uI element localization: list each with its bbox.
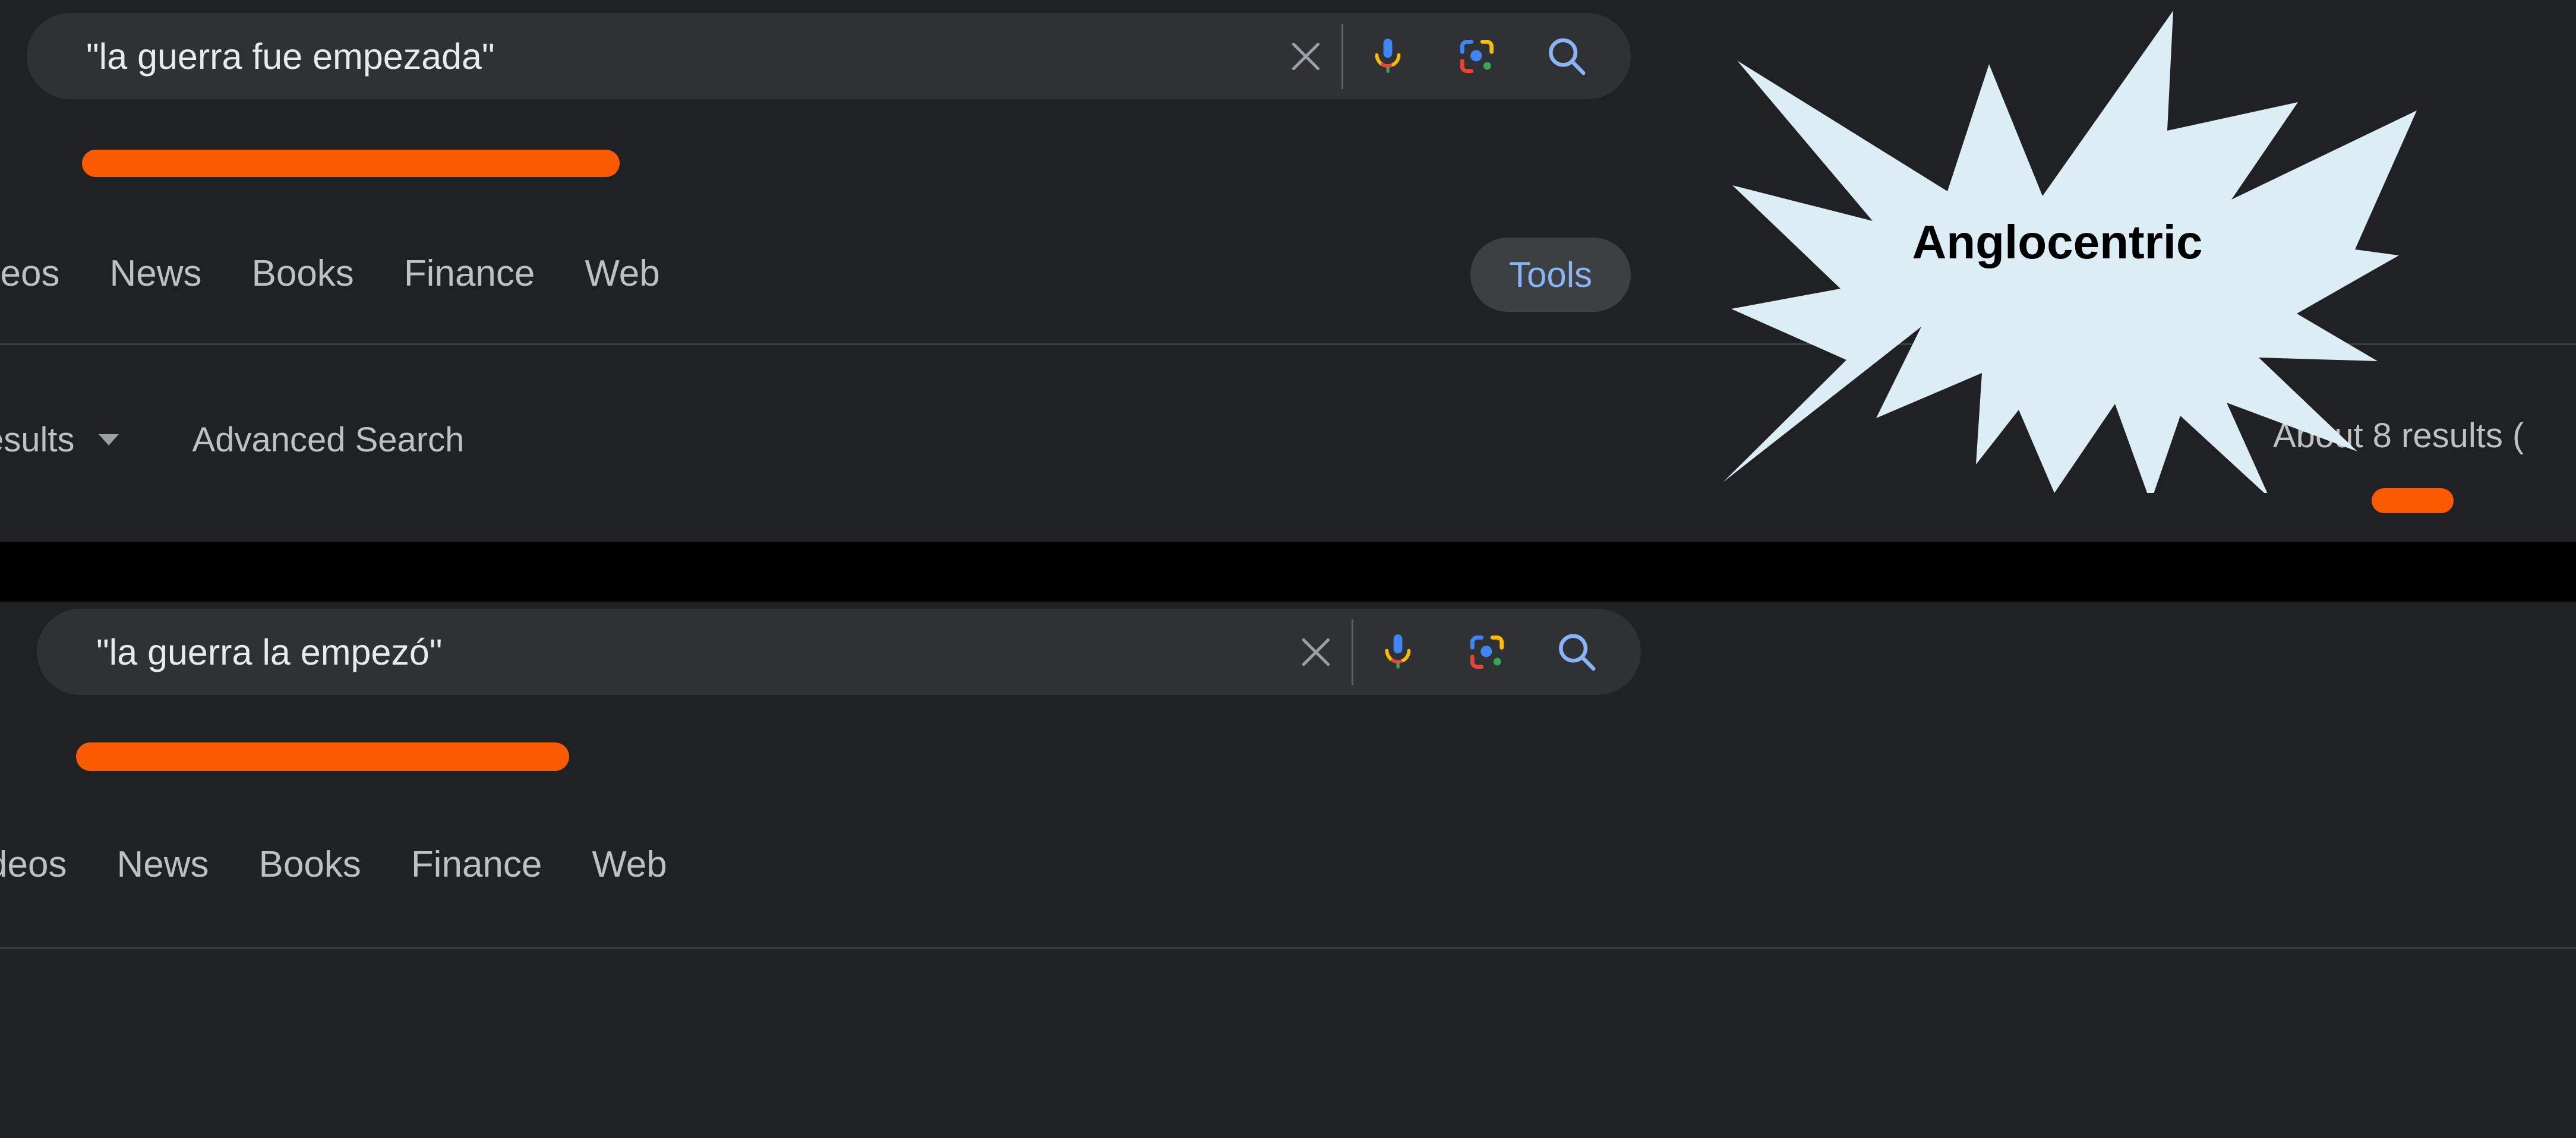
highlight-marker-query-bottom [76,742,569,771]
callout-label: Anglocentric [1912,216,2203,268]
search-icon[interactable] [1532,619,1621,685]
all-results-filter[interactable]: esults [0,420,75,460]
google-lens-icon[interactable] [1442,619,1532,685]
sidebar-item-web[interactable]: Web [592,843,667,886]
sidebar-item-finance[interactable]: Finance [404,252,535,295]
sidebar-item-web[interactable]: Web [585,252,659,295]
microphone-icon[interactable] [1343,24,1432,89]
nav-tabs-top: deos News Books Finance Web [0,246,660,300]
screenshot-root: "la guerra fue empezada" eos News Books … [0,0,2576,1138]
clear-icon[interactable] [1270,24,1341,89]
search-input-bottom[interactable]: "la guerra la empezó" [96,631,1280,673]
sidebar-item-videos[interactable]: deos [0,252,59,295]
nav-tabs-bottom: deos News Books Finance Web [0,837,667,891]
search-results-panel-bottom: "la guerra la empezó" eos News Books Fin… [0,602,2576,1138]
highlight-marker-query-top [82,150,620,177]
advanced-search-link[interactable]: Advanced Search [192,420,465,460]
anglocentric-callout: Anglocentric [1698,0,2417,493]
sidebar-item-news[interactable]: News [109,252,201,295]
search-bar-actions-bottom [1280,619,1621,685]
section-divider-bottom [0,947,2576,949]
clear-icon[interactable] [1280,619,1352,685]
tools-button-top[interactable]: Tools [1470,238,1631,312]
search-bar-actions-top [1270,23,1611,89]
search-icon[interactable] [1521,24,1611,89]
sidebar-item-videos[interactable]: deos [0,843,67,886]
filter-row-top: esults Advanced Search [0,416,464,463]
microphone-icon[interactable] [1353,619,1442,685]
sidebar-item-news[interactable]: News [116,843,209,886]
search-bar-bottom[interactable]: "la guerra la empezó" [37,609,1641,695]
sidebar-item-books[interactable]: Books [258,843,361,886]
sidebar-item-finance[interactable]: Finance [411,843,542,886]
chevron-down-icon[interactable] [98,434,119,445]
google-lens-icon[interactable] [1432,24,1521,89]
sidebar-item-books[interactable]: Books [251,252,353,295]
search-input-top[interactable]: "la guerra fue empezada" [86,36,1270,77]
search-bar-top[interactable]: "la guerra fue empezada" [27,13,1631,99]
